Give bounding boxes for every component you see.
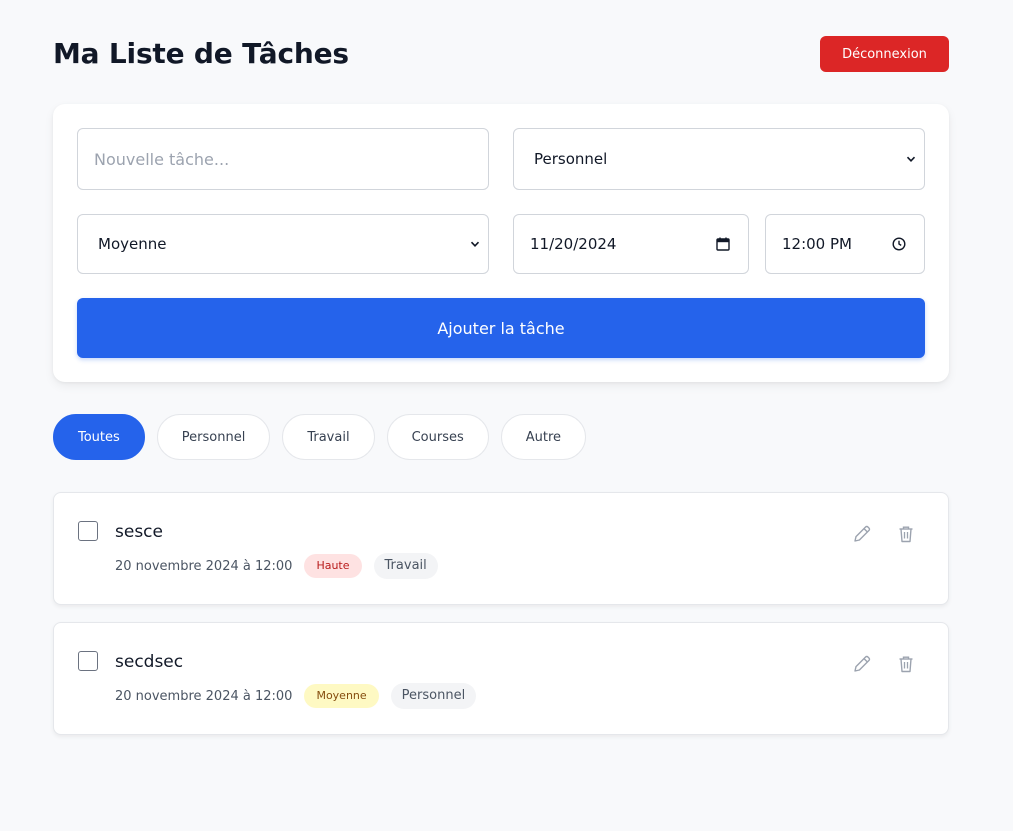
- priority-select[interactable]: Moyenne: [77, 214, 489, 274]
- category-tag: Travail: [373, 553, 438, 579]
- task-meta: 20 novembre 2024 à 12:00 Moyenne Personn…: [115, 683, 477, 709]
- calendar-icon[interactable]: [716, 237, 730, 251]
- due-time-input[interactable]: 12:00 PM: [765, 214, 925, 274]
- pencil-icon[interactable]: [852, 524, 872, 544]
- filter-autre[interactable]: Autre: [500, 414, 587, 460]
- priority-select-value: Moyenne: [98, 235, 167, 253]
- task-title: sesce: [115, 522, 163, 542]
- task-title: secdsec: [115, 652, 184, 672]
- todo-app: Ma Liste de Tâches Déconnexion Personnel…: [0, 0, 1013, 831]
- add-task-button[interactable]: Ajouter la tâche: [77, 298, 925, 358]
- due-date-value: 11/20/2024: [530, 235, 617, 253]
- header: Ma Liste de Tâches Déconnexion: [53, 36, 949, 72]
- task-datetime: 20 novembre 2024 à 12:00: [115, 558, 293, 574]
- task-item: sesce 20 novembre 2024 à 12:00 Haute Tra…: [53, 492, 949, 605]
- page-title: Ma Liste de Tâches: [53, 37, 349, 70]
- category-tag: Personnel: [390, 683, 477, 709]
- clock-icon[interactable]: [892, 237, 906, 251]
- priority-badge: Moyenne: [304, 684, 379, 708]
- task-complete-checkbox[interactable]: [78, 521, 98, 541]
- trash-icon[interactable]: [896, 654, 916, 674]
- priority-badge: Haute: [304, 554, 362, 578]
- filter-travail[interactable]: Travail: [282, 414, 375, 460]
- trash-icon[interactable]: [896, 524, 916, 544]
- add-task-form: Personnel Moyenne 11/20/2024 12:00 PM: [53, 104, 949, 382]
- task-datetime: 20 novembre 2024 à 12:00: [115, 688, 293, 704]
- filter-courses[interactable]: Courses: [386, 414, 489, 460]
- task-meta: 20 novembre 2024 à 12:00 Haute Travail: [115, 553, 438, 579]
- pencil-icon[interactable]: [852, 654, 872, 674]
- task-item: secdsec 20 novembre 2024 à 12:00 Moyenne…: [53, 622, 949, 735]
- category-filters: Toutes Personnel Travail Courses Autre: [53, 414, 587, 460]
- category-select[interactable]: Personnel: [513, 128, 925, 190]
- due-time-value: 12:00 PM: [782, 235, 852, 253]
- filter-all[interactable]: Toutes: [53, 414, 145, 460]
- new-task-input[interactable]: [77, 128, 489, 190]
- chevron-down-icon: [906, 156, 916, 162]
- filter-personnel[interactable]: Personnel: [156, 414, 271, 460]
- task-complete-checkbox[interactable]: [78, 651, 98, 671]
- chevron-down-icon: [470, 241, 480, 247]
- due-date-input[interactable]: 11/20/2024: [513, 214, 749, 274]
- logout-button[interactable]: Déconnexion: [820, 36, 949, 72]
- category-select-value: Personnel: [534, 150, 608, 168]
